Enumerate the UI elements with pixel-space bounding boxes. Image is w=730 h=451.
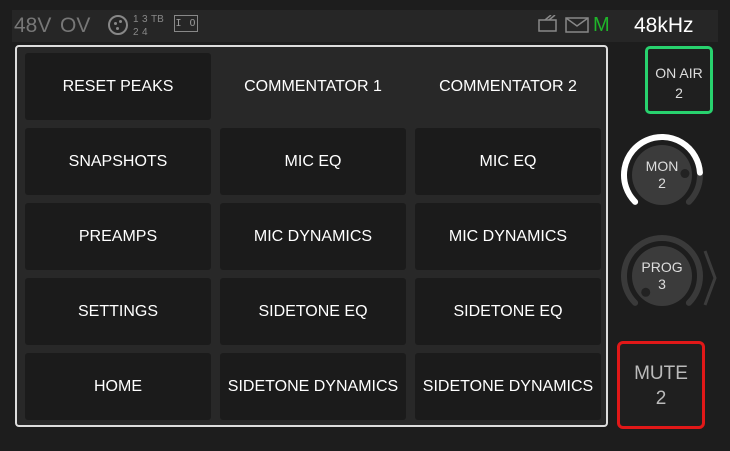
mon-value: 2 xyxy=(658,175,666,191)
on-air-button[interactable]: ON AIR 2 xyxy=(645,46,713,114)
m-indicator: M xyxy=(593,14,610,36)
chevron-right-icon[interactable] xyxy=(702,248,718,308)
status-bar: 48V OV 1 3 TB 24 I O M 48kHz xyxy=(12,10,718,42)
mute-button[interactable]: MUTE 2 xyxy=(617,341,705,429)
mail-icon xyxy=(565,17,589,33)
sidetone-eq-2-button[interactable]: SIDETONE EQ xyxy=(415,278,601,345)
prog-knob[interactable]: PROG 3 xyxy=(619,233,705,319)
mute-label: MUTE xyxy=(634,363,688,384)
on-air-label: ON AIR xyxy=(655,65,703,81)
phantom-power-indicator: 48V xyxy=(14,14,52,37)
xlr-connector-icon xyxy=(108,15,128,35)
settings-button[interactable]: SETTINGS xyxy=(25,278,211,345)
prog-label: PROG xyxy=(641,259,683,275)
preamps-button[interactable]: PREAMPS xyxy=(25,203,211,270)
reset-peaks-button[interactable]: RESET PEAKS xyxy=(25,53,211,120)
sidetone-eq-1-button[interactable]: SIDETONE EQ xyxy=(220,278,406,345)
sample-rate: 48kHz xyxy=(634,14,694,37)
home-button[interactable]: HOME xyxy=(25,353,211,420)
mic-dynamics-1-button[interactable]: MIC DYNAMICS xyxy=(220,203,406,270)
function-panel: RESET PEAKS COMMENTATOR 1 COMMENTATOR 2 … xyxy=(15,45,608,427)
app-frame: 48V OV 1 3 TB 24 I O M 48kHz RESET PEAKS C… xyxy=(0,0,730,451)
mon-label: MON xyxy=(645,158,679,174)
io-box-icon: I O xyxy=(174,15,198,32)
mic-eq-2-button[interactable]: MIC EQ xyxy=(415,128,601,195)
channel-grid: 1 3 TB 24 xyxy=(133,14,164,38)
mic-eq-1-button[interactable]: MIC EQ xyxy=(220,128,406,195)
overload-indicator: OV xyxy=(60,14,91,37)
on-air-value: 2 xyxy=(675,85,683,101)
sidetone-dynamics-1-button[interactable]: SIDETONE DYNAMICS xyxy=(220,353,406,420)
mute-value: 2 xyxy=(655,388,667,409)
router-icon xyxy=(538,15,557,32)
mic-dynamics-2-button[interactable]: MIC DYNAMICS xyxy=(415,203,601,270)
commentator-2-header: COMMENTATOR 2 xyxy=(439,77,577,95)
mon-knob[interactable]: MON 2 xyxy=(619,132,705,218)
prog-value: 3 xyxy=(658,276,666,292)
sidetone-dynamics-2-button[interactable]: SIDETONE DYNAMICS xyxy=(415,353,601,420)
commentator-1-header: COMMENTATOR 1 xyxy=(244,77,382,95)
snapshots-button[interactable]: SNAPSHOTS xyxy=(25,128,211,195)
